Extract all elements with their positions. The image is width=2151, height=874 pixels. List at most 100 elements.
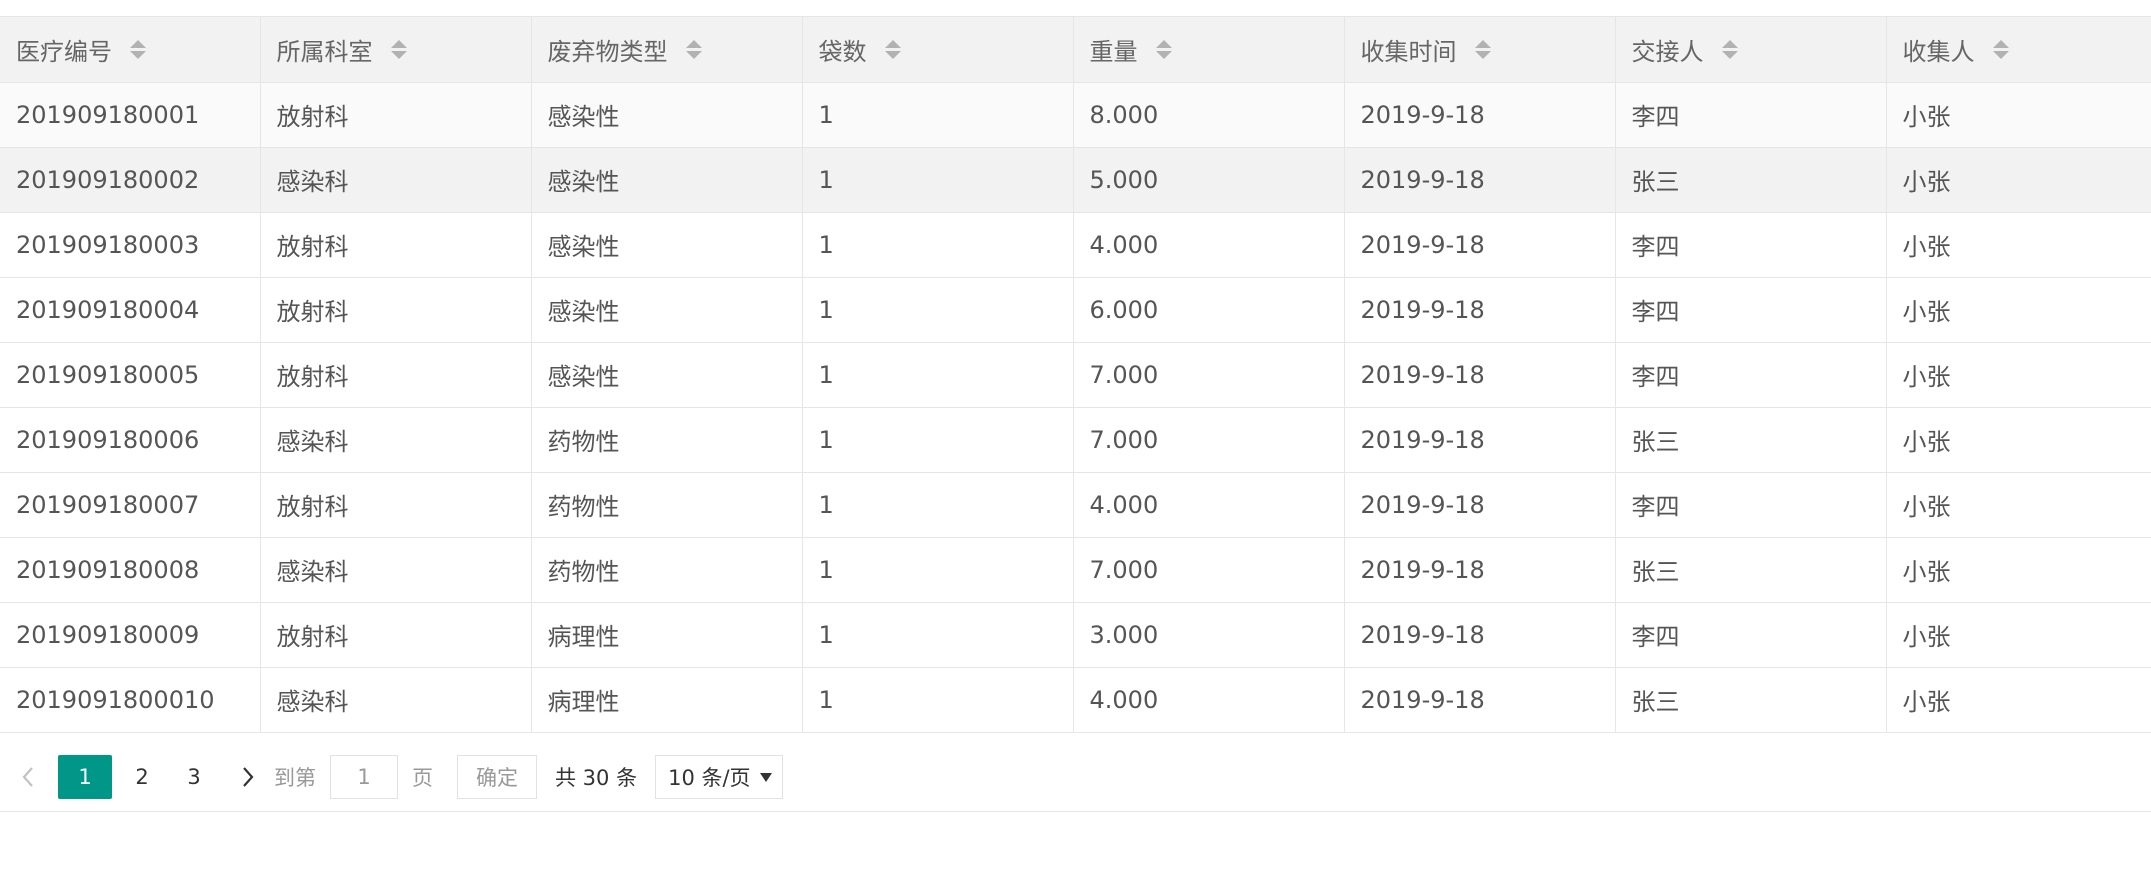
medical-id-cell: 201909180004 bbox=[0, 277, 261, 343]
weight-cell: 7.000 bbox=[1073, 342, 1345, 408]
column-header-collector[interactable]: 收集人 bbox=[1886, 17, 2151, 83]
column-header-weight[interactable]: 重量 bbox=[1073, 17, 1345, 83]
table-row[interactable]: 201909180004 放射科 感染性 1 6.000 2019-9-18 李四 小张 bbox=[0, 277, 2151, 343]
sort-icon[interactable] bbox=[685, 39, 702, 59]
department-cell: 感染科 bbox=[260, 147, 532, 213]
sort-icon[interactable] bbox=[884, 39, 901, 59]
department-cell: 感染科 bbox=[260, 407, 532, 473]
bags-cell: 1 bbox=[802, 277, 1074, 343]
department-cell: 放射科 bbox=[260, 472, 532, 538]
table-row[interactable]: 201909180009 放射科 病理性 1 3.000 2019-9-18 李四 小张 bbox=[0, 602, 2151, 668]
handover-cell: 李四 bbox=[1615, 472, 1887, 538]
collect-time-cell: 2019-9-18 bbox=[1344, 407, 1616, 473]
department-cell: 放射科 bbox=[260, 212, 532, 278]
bags-cell: 1 bbox=[802, 602, 1074, 668]
column-header-label: 交接人 bbox=[1631, 37, 1704, 66]
divider bbox=[0, 811, 2151, 812]
weight-cell: 7.000 bbox=[1073, 407, 1345, 473]
handover-cell: 李四 bbox=[1615, 212, 1887, 278]
medical-id-cell: 201909180002 bbox=[0, 147, 261, 213]
table-row[interactable]: 2019091800010 感染科 病理性 1 4.000 2019-9-18 张三 小张 bbox=[0, 667, 2151, 733]
collector-cell: 小张 bbox=[1886, 602, 2151, 668]
waste-type-cell: 药物性 bbox=[531, 472, 803, 538]
goto-label: 到第 bbox=[274, 766, 316, 790]
column-header-handover[interactable]: 交接人 bbox=[1615, 17, 1887, 83]
page-button-1[interactable]: 1 bbox=[58, 755, 112, 799]
medical-id-cell: 201909180001 bbox=[0, 82, 261, 148]
table-row[interactable]: 201909180005 放射科 感染性 1 7.000 2019-9-18 李四 小张 bbox=[0, 342, 2151, 408]
bags-cell: 1 bbox=[802, 212, 1074, 278]
bags-cell: 1 bbox=[802, 472, 1074, 538]
table-row[interactable]: 201909180001 放射科 感染性 1 8.000 2019-9-18 李四 小张 bbox=[0, 82, 2151, 148]
table-row[interactable]: 201909180008 感染科 药物性 1 7.000 2019-9-18 张三 小张 bbox=[0, 537, 2151, 603]
handover-cell: 张三 bbox=[1615, 537, 1887, 603]
chevron-down-icon bbox=[760, 772, 773, 782]
medical-id-cell: 201909180006 bbox=[0, 407, 261, 473]
table-body: 201909180001 放射科 感染性 1 8.000 2019-9-18 李四 小张 201… bbox=[0, 82, 2151, 733]
collect-time-cell: 2019-9-18 bbox=[1344, 537, 1616, 603]
medical-id-cell: 201909180008 bbox=[0, 537, 261, 603]
weight-cell: 3.000 bbox=[1073, 602, 1345, 668]
collect-time-cell: 2019-9-18 bbox=[1344, 472, 1616, 538]
collector-cell: 小张 bbox=[1886, 212, 2151, 278]
goto-page-input[interactable] bbox=[330, 755, 398, 799]
sort-icon[interactable] bbox=[1992, 39, 2009, 59]
table-row[interactable]: 201909180007 放射科 药物性 1 4.000 2019-9-18 李四 小张 bbox=[0, 472, 2151, 538]
table-row[interactable]: 201909180002 感染科 感染性 1 5.000 2019-9-18 张三 小张 bbox=[0, 147, 2151, 213]
column-header-label: 所属科室 bbox=[276, 37, 373, 66]
next-page-icon[interactable] bbox=[238, 767, 258, 787]
column-header-waste-type[interactable]: 废弃物类型 bbox=[531, 17, 803, 83]
column-header-label: 医疗编号 bbox=[16, 37, 112, 66]
page-size-select[interactable]: 10 条/页 bbox=[655, 755, 784, 799]
sort-icon[interactable] bbox=[1474, 39, 1491, 59]
confirm-button[interactable]: 确定 bbox=[457, 755, 537, 799]
medical-id-cell: 201909180003 bbox=[0, 212, 261, 278]
page-button-3[interactable]: 3 bbox=[168, 755, 220, 799]
collector-cell: 小张 bbox=[1886, 342, 2151, 408]
bags-cell: 1 bbox=[802, 537, 1074, 603]
bags-cell: 1 bbox=[802, 147, 1074, 213]
medical-id-cell: 201909180005 bbox=[0, 342, 261, 408]
collector-cell: 小张 bbox=[1886, 472, 2151, 538]
weight-cell: 4.000 bbox=[1073, 667, 1345, 733]
medical-id-cell: 201909180007 bbox=[0, 472, 261, 538]
collect-time-cell: 2019-9-18 bbox=[1344, 212, 1616, 278]
weight-cell: 4.000 bbox=[1073, 212, 1345, 278]
column-header-collect-time[interactable]: 收集时间 bbox=[1344, 17, 1616, 83]
collect-time-cell: 2019-9-18 bbox=[1344, 667, 1616, 733]
waste-type-cell: 病理性 bbox=[531, 667, 803, 733]
handover-cell: 张三 bbox=[1615, 667, 1887, 733]
table-row[interactable]: 201909180003 放射科 感染性 1 4.000 2019-9-18 李四 小张 bbox=[0, 212, 2151, 278]
column-header-medical-id[interactable]: 医疗编号 bbox=[0, 17, 261, 83]
column-header-bags[interactable]: 袋数 bbox=[802, 17, 1074, 83]
department-cell: 放射科 bbox=[260, 342, 532, 408]
waste-type-cell: 感染性 bbox=[531, 342, 803, 408]
table-row[interactable]: 201909180006 感染科 药物性 1 7.000 2019-9-18 张三 小张 bbox=[0, 407, 2151, 473]
data-table: 医疗编号 所属科室 废弃物类型 袋数 重量 收集时间 交接人 收集人 20190… bbox=[0, 17, 2151, 733]
bags-cell: 1 bbox=[802, 82, 1074, 148]
prev-page-icon[interactable] bbox=[18, 767, 38, 787]
sort-icon[interactable] bbox=[130, 39, 146, 59]
weight-cell: 7.000 bbox=[1073, 537, 1345, 603]
table-header-row: 医疗编号 所属科室 废弃物类型 袋数 重量 收集时间 交接人 收集人 bbox=[0, 17, 2151, 83]
department-cell: 放射科 bbox=[260, 82, 532, 148]
weight-cell: 8.000 bbox=[1073, 82, 1345, 148]
sort-icon[interactable] bbox=[390, 39, 407, 59]
page-button-2[interactable]: 2 bbox=[116, 755, 168, 799]
waste-type-cell: 感染性 bbox=[531, 212, 803, 278]
department-cell: 放射科 bbox=[260, 602, 532, 668]
total-count: 共 30 条 bbox=[555, 766, 638, 790]
sort-icon[interactable] bbox=[1721, 39, 1738, 59]
weight-cell: 6.000 bbox=[1073, 277, 1345, 343]
collect-time-cell: 2019-9-18 bbox=[1344, 82, 1616, 148]
page-size-value: 10 条/页 bbox=[668, 766, 751, 790]
collector-cell: 小张 bbox=[1886, 82, 2151, 148]
collector-cell: 小张 bbox=[1886, 277, 2151, 343]
column-header-label: 废弃物类型 bbox=[547, 37, 668, 66]
handover-cell: 李四 bbox=[1615, 82, 1887, 148]
sort-icon[interactable] bbox=[1155, 39, 1172, 59]
column-header-department[interactable]: 所属科室 bbox=[260, 17, 532, 83]
collector-cell: 小张 bbox=[1886, 537, 2151, 603]
waste-type-cell: 感染性 bbox=[531, 277, 803, 343]
collector-cell: 小张 bbox=[1886, 147, 2151, 213]
